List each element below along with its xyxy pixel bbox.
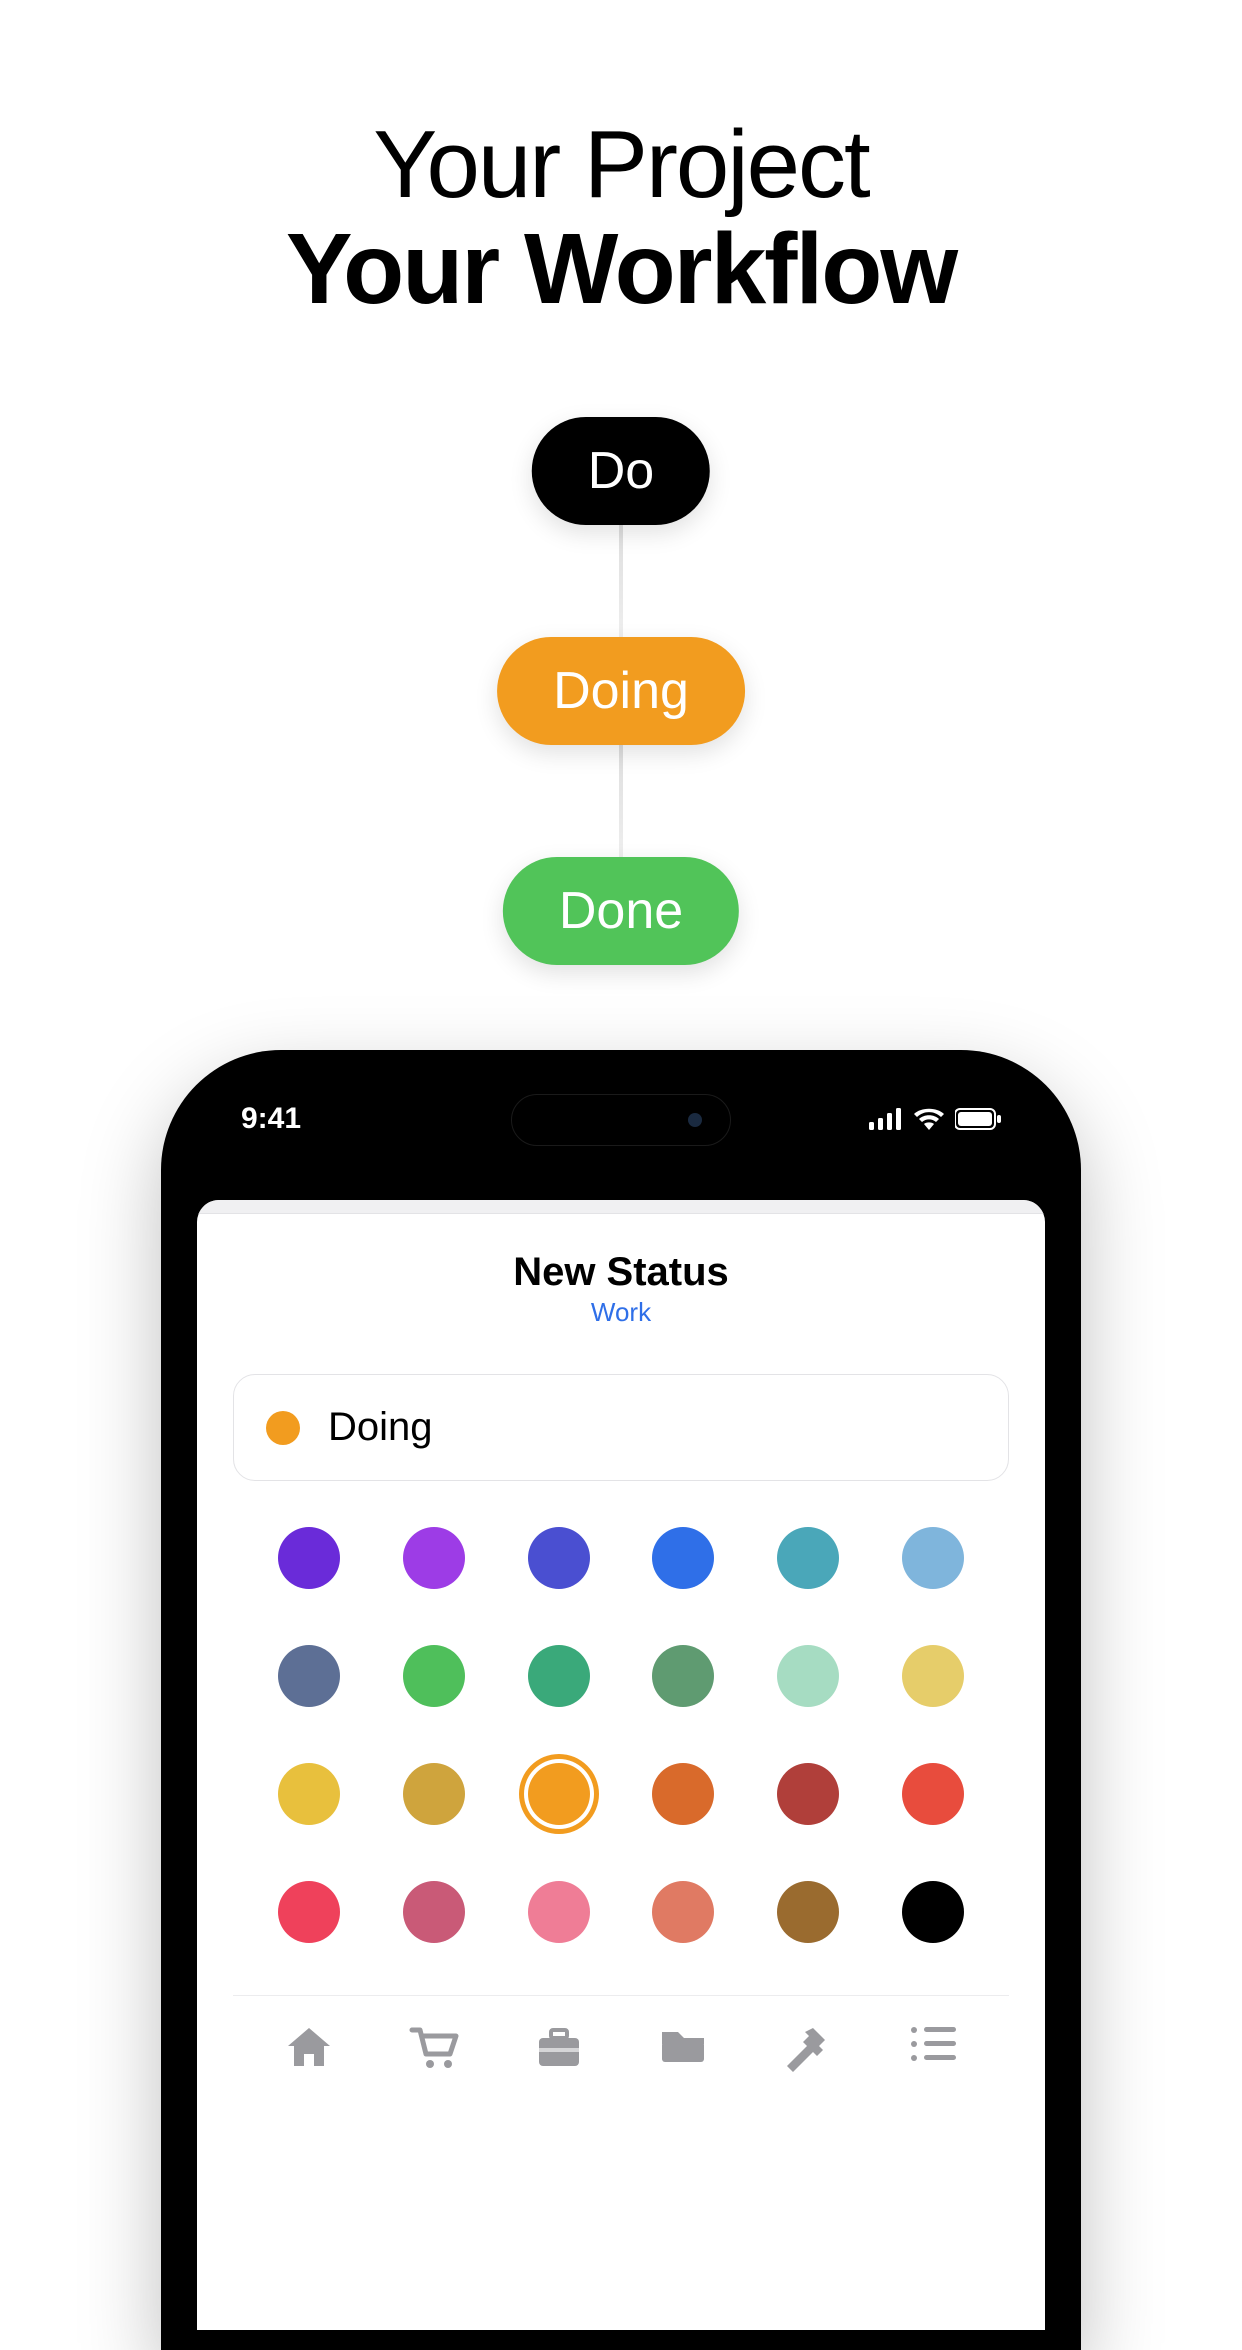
cart-icon[interactable] bbox=[408, 2024, 460, 2079]
status-color-dot bbox=[266, 1411, 300, 1445]
color-swatch[interactable] bbox=[403, 1763, 465, 1825]
color-swatch[interactable] bbox=[902, 1881, 964, 1943]
sheet-peek bbox=[197, 1200, 1045, 1214]
color-swatch[interactable] bbox=[777, 1527, 839, 1589]
icon-toolbar bbox=[247, 2024, 995, 2079]
phone-frame: 9:41 New Status Work Doin bbox=[161, 1050, 1081, 2350]
headline-line1: Your Project bbox=[0, 110, 1242, 220]
battery-icon bbox=[955, 1108, 1001, 1130]
color-swatch[interactable] bbox=[652, 1527, 714, 1589]
status-name-input[interactable]: Doing bbox=[233, 1374, 1009, 1481]
sheet: New Status Work Doing bbox=[197, 1200, 1045, 2330]
color-swatch[interactable] bbox=[652, 1881, 714, 1943]
color-swatch[interactable] bbox=[777, 1881, 839, 1943]
color-swatch[interactable] bbox=[403, 1645, 465, 1707]
sheet-subtitle[interactable]: Work bbox=[197, 1297, 1045, 1328]
color-swatch[interactable] bbox=[403, 1881, 465, 1943]
headline-line2: Your Workflow bbox=[0, 212, 1242, 327]
workflow-connector bbox=[619, 737, 623, 857]
color-swatch[interactable] bbox=[528, 1527, 590, 1589]
status-name-value: Doing bbox=[328, 1405, 433, 1450]
color-swatch[interactable] bbox=[278, 1527, 340, 1589]
color-swatch[interactable] bbox=[902, 1527, 964, 1589]
color-swatch[interactable] bbox=[278, 1645, 340, 1707]
color-swatch[interactable] bbox=[777, 1645, 839, 1707]
color-swatch[interactable] bbox=[902, 1763, 964, 1825]
sheet-title: New Status bbox=[197, 1250, 1045, 1295]
folder-icon[interactable] bbox=[658, 2024, 708, 2079]
list-icon[interactable] bbox=[908, 2024, 958, 2079]
status-time: 9:41 bbox=[241, 1102, 301, 1136]
color-swatch[interactable] bbox=[278, 1763, 340, 1825]
home-icon[interactable] bbox=[284, 2024, 334, 2079]
color-grid bbox=[247, 1527, 995, 1943]
signal-icon bbox=[869, 1108, 903, 1130]
color-swatch[interactable] bbox=[528, 1763, 590, 1825]
color-swatch[interactable] bbox=[278, 1881, 340, 1943]
color-swatch[interactable] bbox=[652, 1763, 714, 1825]
hammer-icon[interactable] bbox=[783, 2024, 833, 2079]
color-swatch[interactable] bbox=[528, 1645, 590, 1707]
color-swatch[interactable] bbox=[777, 1763, 839, 1825]
color-swatch[interactable] bbox=[652, 1645, 714, 1707]
wifi-icon bbox=[913, 1108, 945, 1130]
divider bbox=[233, 1995, 1009, 1996]
workflow-step-doing: Doing bbox=[497, 637, 745, 745]
workflow-diagram: Do Doing Done bbox=[0, 387, 1242, 987]
dynamic-island bbox=[511, 1094, 731, 1146]
color-swatch[interactable] bbox=[528, 1881, 590, 1943]
workflow-step-done: Done bbox=[503, 857, 739, 965]
briefcase-icon[interactable] bbox=[534, 2024, 584, 2079]
workflow-step-do: Do bbox=[532, 417, 710, 525]
color-swatch[interactable] bbox=[902, 1645, 964, 1707]
color-swatch[interactable] bbox=[403, 1527, 465, 1589]
workflow-connector bbox=[619, 517, 623, 637]
